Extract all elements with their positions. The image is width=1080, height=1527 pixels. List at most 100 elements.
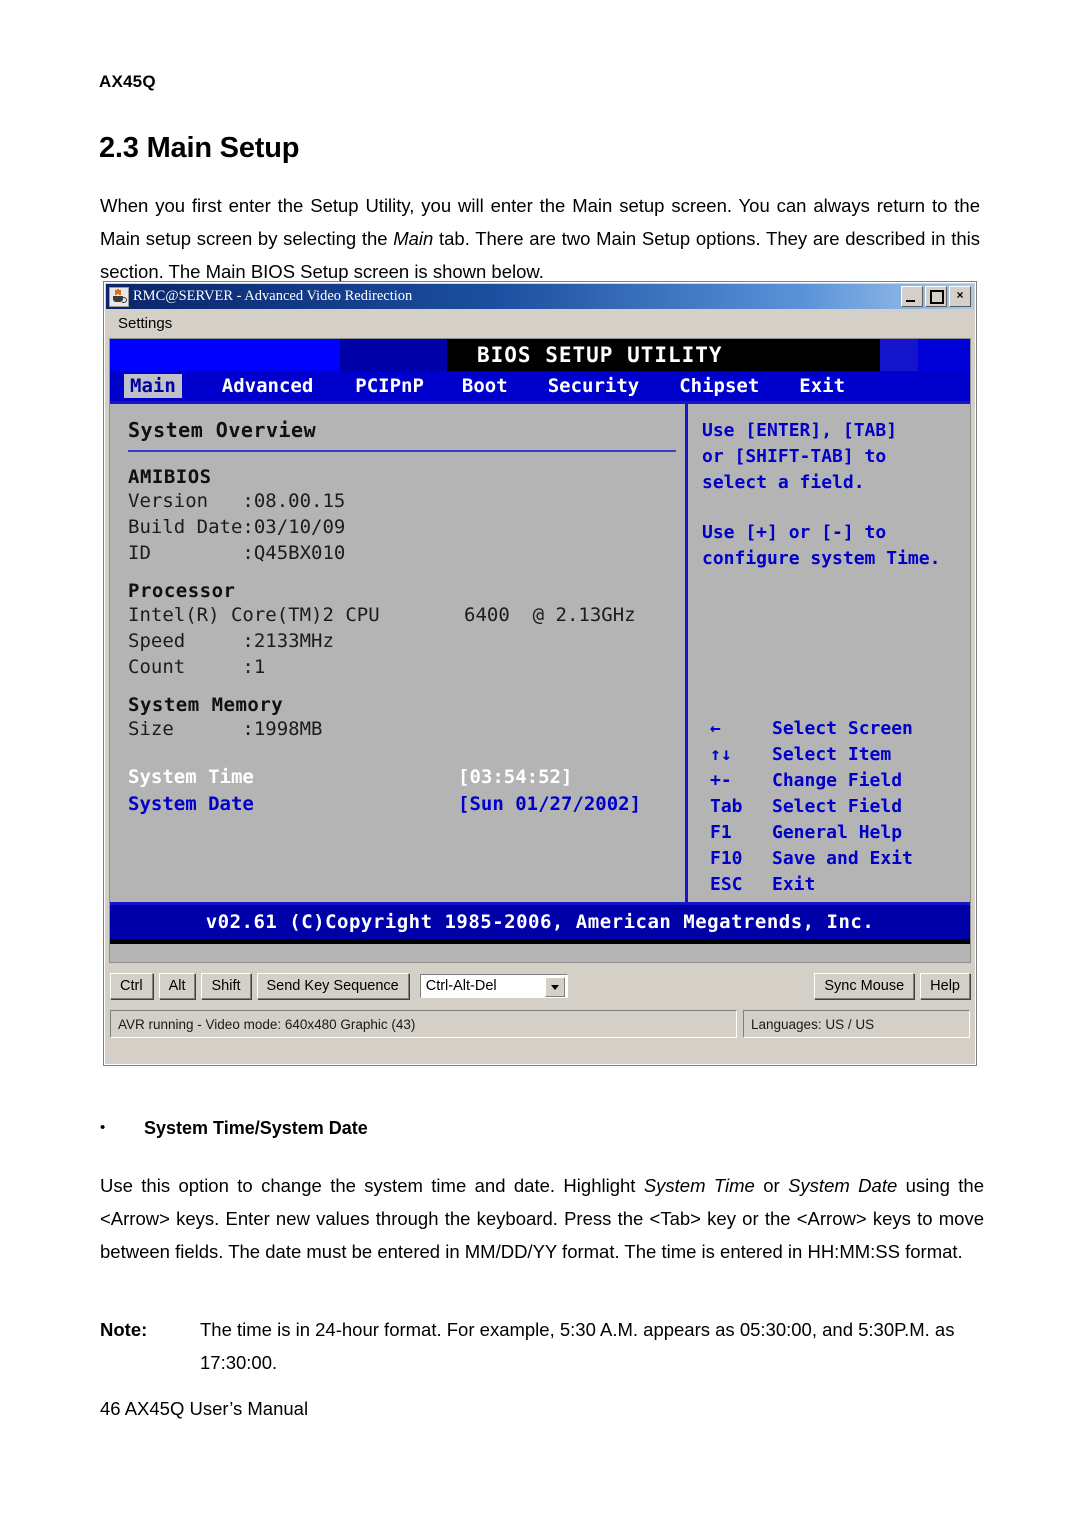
key-sequence-dropdown[interactable]: Ctrl-Alt-Del (419, 974, 568, 998)
key-plus-minus-icon: +- (710, 770, 732, 791)
tab-pcipnp[interactable]: PCIPnP (349, 374, 430, 398)
page-footer: 46 AX45Q User’s Manual (100, 1398, 309, 1419)
help-button[interactable]: Help (920, 973, 970, 999)
key-legend-row: Tab Select Field (710, 794, 913, 820)
tab-main[interactable]: Main (124, 374, 182, 398)
bios-banner-title: BIOS SETUP UTILITY (477, 343, 723, 367)
banner-segment-mid (340, 339, 447, 371)
key-legend-row: F1 General Help (710, 820, 913, 846)
java-coffee-cup-icon (109, 286, 129, 307)
alt-button[interactable]: Alt (158, 973, 196, 999)
processor-speed-value: :2133MHz (242, 630, 334, 652)
body-paragraph: Use this option to change the system tim… (100, 1174, 984, 1262)
system-memory-size-key: Size (128, 718, 243, 740)
processor-count-key: Count (128, 656, 243, 678)
key-tab-label: Tab (710, 796, 743, 817)
tab-security[interactable]: Security (542, 374, 646, 398)
bios-key-legend: ← Select Screen ↑↓ Select Item +- Change Fi… (710, 716, 913, 898)
ctrl-button[interactable]: Ctrl (110, 973, 153, 999)
avr-window: RMC@SERVER - Advanced Video Redirection … (103, 281, 977, 1066)
banner-segment-tail2 (880, 339, 918, 371)
processor-model-left: Intel(R) Core(TM)2 CPU (128, 604, 380, 626)
bullet-heading: • System Time/System Date (100, 1118, 980, 1139)
key-arrow-left-icon: ← (710, 718, 721, 739)
key-action-exit: Exit (772, 874, 816, 895)
bios-copyright-text: v02.61 (C)Copyright 1985-2006, American … (205, 911, 875, 933)
bios-body: System Overview AMIBIOS Version :08.00.1… (110, 401, 970, 902)
key-legend-row: F10 Save and Exit (710, 846, 913, 872)
tab-chipset[interactable]: Chipset (673, 374, 765, 398)
amibios-builddate-key: Build Date (128, 516, 243, 538)
key-legend-row: ↑↓ Select Item (710, 742, 913, 768)
amibios-version-value: :08.00.15 (242, 490, 346, 512)
key-action-general-help: General Help (772, 822, 903, 843)
bios-banner-bar: BIOS SETUP UTILITY (110, 339, 970, 371)
page-title: 2.3 Main Setup (99, 132, 300, 165)
system-memory-heading: System Memory (128, 694, 284, 716)
menu-item-settings[interactable]: Settings (118, 315, 172, 332)
window-menubar: Settings (106, 310, 974, 336)
section-divider (128, 450, 676, 452)
key-legend-row: ← Select Screen (710, 716, 913, 742)
amibios-id-row: ID :Q45BX010 (128, 540, 685, 566)
key-action-change-field: Change Field (772, 770, 903, 791)
avr-toolbar: Ctrl Alt Shift Send Key Sequence Ctrl-Al… (110, 969, 970, 1003)
sync-mouse-button[interactable]: Sync Mouse (814, 973, 915, 999)
maximize-button[interactable] (925, 286, 947, 307)
key-action-select-screen: Select Screen (772, 718, 913, 739)
bios-copyright-bar: v02.61 (C)Copyright 1985-2006, American … (110, 902, 970, 939)
close-button[interactable]: × (949, 286, 971, 307)
shift-button[interactable]: Shift (201, 973, 251, 999)
bios-bottom-strip (110, 939, 970, 944)
chevron-down-icon[interactable] (544, 977, 565, 997)
help-text-field-selection: Use [ENTER], [TAB] or [SHIFT-TAB] to sel… (702, 420, 898, 493)
key-f1-label: F1 (710, 822, 732, 843)
status-languages: Languages: US / US (743, 1010, 970, 1038)
running-head: AX45Q (99, 72, 156, 91)
processor-model-row: Intel(R) Core(TM)2 CPU 6400 @ 2.13GHz (128, 602, 685, 628)
processor-model-right: 6400 @ 2.13GHz (464, 604, 636, 626)
minimize-icon (906, 300, 915, 302)
system-overview-title: System Overview (128, 418, 317, 442)
note-text: The time is in 24-hour format. For examp… (200, 1319, 955, 1373)
key-sequence-selected-value: Ctrl-Alt-Del (425, 978, 497, 994)
amibios-id-key: ID (128, 542, 243, 564)
key-legend-row: +- Change Field (710, 768, 913, 794)
send-key-sequence-button[interactable]: Send Key Sequence (256, 973, 409, 999)
maximize-icon (930, 290, 944, 304)
bios-help-panel: Use [ENTER], [TAB] or [SHIFT-TAB] to sel… (688, 404, 970, 902)
processor-speed-row: Speed :2133MHz (128, 628, 685, 654)
tab-exit[interactable]: Exit (793, 374, 851, 398)
system-time-value[interactable]: [03:54:52] (458, 764, 572, 791)
key-action-select-field: Select Field (772, 796, 903, 817)
amibios-version-key: Version (128, 490, 243, 512)
system-time-row[interactable]: System Time [03:54:52] (128, 764, 685, 791)
banner-segment-left (110, 339, 340, 371)
note-label: Note: (100, 1319, 148, 1340)
system-memory-size-row: Size :1998MB (128, 716, 685, 742)
note-block: Note: The time is in 24-hour format. For… (100, 1313, 984, 1379)
window-title: RMC@SERVER - Advanced Video Redirection (133, 288, 413, 304)
system-date-row[interactable]: System Date [Sun 01/27/2002] (128, 791, 685, 818)
tab-boot[interactable]: Boot (456, 374, 514, 398)
minimize-button[interactable] (901, 286, 923, 307)
system-date-value[interactable]: [Sun 01/27/2002] (458, 791, 641, 818)
tab-advanced[interactable]: Advanced (216, 374, 320, 398)
bios-left-panel: System Overview AMIBIOS Version :08.00.1… (110, 404, 688, 902)
toolbar-right-group: Sync Mouse Help (814, 973, 970, 999)
bios-screen: BIOS SETUP UTILITY Main Advanced PCIPnP … (109, 338, 971, 963)
banner-segment-tail (918, 339, 970, 371)
amibios-builddate-value: :03/10/09 (242, 516, 346, 538)
key-arrow-updown-icon: ↑↓ (710, 744, 732, 765)
banner-title-area: BIOS SETUP UTILITY (447, 339, 880, 371)
bullet-heading-text: System Time/System Date (144, 1118, 368, 1138)
amibios-version-row: Version :08.00.15 (128, 488, 685, 514)
window-titlebar: RMC@SERVER - Advanced Video Redirection … (106, 284, 974, 309)
amibios-builddate-row: Build Date:03/10/09 (128, 514, 685, 540)
avr-statusbar: AVR running - Video mode: 640x480 Graphi… (110, 1010, 970, 1038)
amibios-id-value: :Q45BX010 (242, 542, 346, 564)
bullet-marker: • (100, 1119, 106, 1136)
processor-speed-key: Speed (128, 630, 243, 652)
intro-paragraph: When you first enter the Setup Utility, … (100, 194, 980, 282)
processor-count-value: :1 (242, 656, 266, 678)
